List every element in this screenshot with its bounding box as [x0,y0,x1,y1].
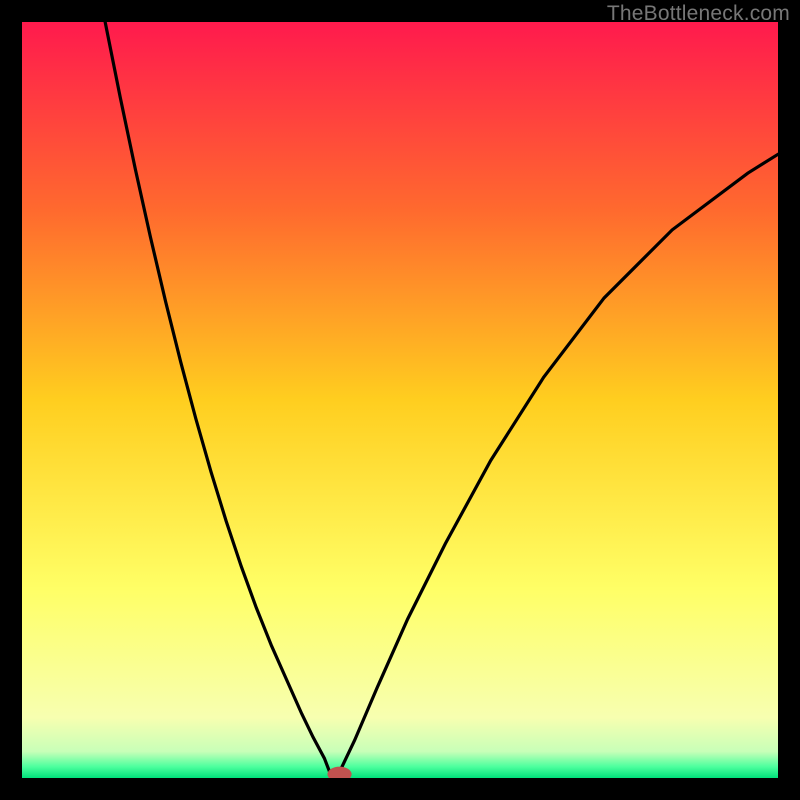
bottleneck-chart [22,22,778,778]
chart-frame [22,22,778,778]
gradient-background [22,22,778,778]
watermark-text: TheBottleneck.com [607,2,790,26]
